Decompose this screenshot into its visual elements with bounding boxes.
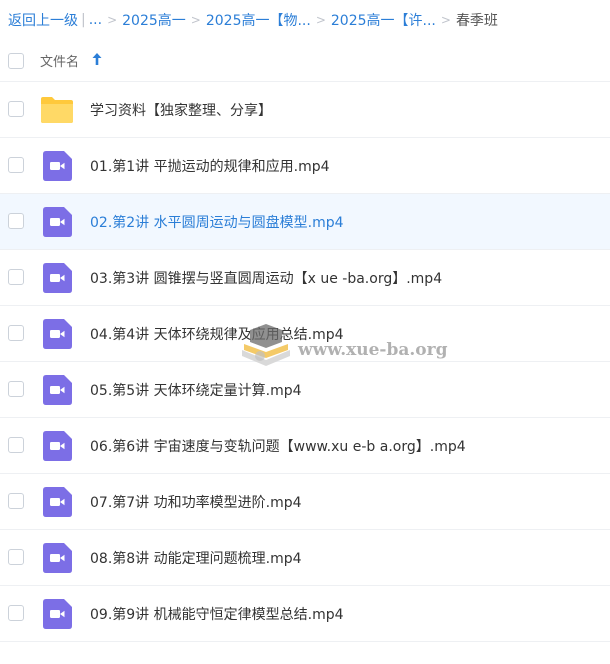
chevron-right-icon: > — [315, 13, 326, 27]
row-checkbox[interactable] — [8, 269, 24, 285]
file-name[interactable]: 03.第3讲 圆锥摆与竖直圆周运动【x ue -ba.org】.mp4 — [90, 268, 442, 288]
row-checkbox[interactable] — [8, 437, 24, 453]
file-row[interactable]: 03.第3讲 圆锥摆与竖直圆周运动【x ue -ba.org】.mp4 — [0, 250, 610, 306]
video-file-icon — [43, 599, 72, 629]
file-name[interactable]: 06.第6讲 宇宙速度与变轨问题【www.xu e-b a.org】.mp4 — [90, 436, 466, 456]
folder-row[interactable]: 学习资料【独家整理、分享】 — [0, 82, 610, 138]
chevron-right-icon: > — [440, 13, 451, 27]
select-all-checkbox[interactable] — [8, 52, 24, 69]
row-checkbox[interactable] — [8, 325, 24, 341]
file-row[interactable]: 08.第8讲 动能定理问题梳理.mp4 — [0, 530, 610, 586]
video-file-icon — [43, 319, 72, 349]
file-row[interactable]: 04.第4讲 天体环绕规律及应用总结.mp4 — [0, 306, 610, 362]
row-checkbox[interactable] — [8, 605, 24, 621]
file-name[interactable]: 02.第2讲 水平圆周运动与圆盘模型.mp4 — [90, 212, 344, 232]
file-row[interactable]: 09.第9讲 机械能守恒定律模型总结.mp4 — [0, 586, 610, 642]
file-row[interactable]: 06.第6讲 宇宙速度与变轨问题【www.xu e-b a.org】.mp4 — [0, 418, 610, 474]
file-list-header: 文件名 — [0, 40, 610, 82]
row-checkbox[interactable] — [8, 381, 24, 397]
sort-ascending-icon[interactable] — [91, 52, 103, 66]
file-name[interactable]: 04.第4讲 天体环绕规律及应用总结.mp4 — [90, 324, 344, 344]
video-file-icon — [43, 263, 72, 293]
row-checkbox[interactable] — [8, 213, 24, 229]
file-name[interactable]: 学习资料【独家整理、分享】 — [90, 100, 272, 120]
row-checkbox[interactable] — [8, 549, 24, 565]
video-file-icon — [43, 431, 72, 461]
filename-column-header[interactable]: 文件名 — [40, 51, 79, 70]
file-name[interactable]: 05.第5讲 天体环绕定量计算.mp4 — [90, 380, 302, 400]
back-link[interactable]: 返回上一级 — [8, 10, 78, 30]
chevron-right-icon: > — [190, 13, 201, 27]
file-name[interactable]: 08.第8讲 动能定理问题梳理.mp4 — [90, 548, 302, 568]
breadcrumb-current: 春季班 — [455, 13, 498, 29]
file-list: 学习资料【独家整理、分享】 01.第1讲 平抛运动的规律和应用.mp4 02.第2讲… — [0, 82, 610, 642]
breadcrumb-divider: | — [81, 12, 86, 28]
file-row[interactable]: 02.第2讲 水平圆周运动与圆盘模型.mp4 — [0, 194, 610, 250]
breadcrumb-item[interactable]: 2025高一【许... — [331, 10, 436, 30]
row-checkbox[interactable] — [8, 493, 24, 509]
video-file-icon — [43, 543, 72, 573]
chevron-right-icon: > — [107, 13, 118, 27]
breadcrumb-item[interactable]: 2025高一【物... — [206, 10, 311, 30]
file-row[interactable]: 05.第5讲 天体环绕定量计算.mp4 — [0, 362, 610, 418]
row-checkbox[interactable] — [8, 157, 24, 173]
file-name[interactable]: 07.第7讲 功和功率模型进阶.mp4 — [90, 492, 302, 512]
breadcrumb-ellipsis[interactable]: ... — [89, 12, 102, 28]
file-row[interactable]: 01.第1讲 平抛运动的规律和应用.mp4 — [0, 138, 610, 194]
video-file-icon — [43, 151, 72, 181]
file-name[interactable]: 01.第1讲 平抛运动的规律和应用.mp4 — [90, 156, 330, 176]
folder-icon — [41, 97, 73, 123]
breadcrumb-item[interactable]: 2025高一 — [122, 10, 186, 30]
video-file-icon — [43, 375, 72, 405]
video-file-icon — [43, 487, 72, 517]
row-checkbox[interactable] — [8, 101, 24, 117]
breadcrumb: 返回上一级 | ... > 2025高一 > 2025高一【物... > 202… — [0, 0, 610, 40]
file-name[interactable]: 09.第9讲 机械能守恒定律模型总结.mp4 — [90, 604, 344, 624]
video-file-icon — [43, 207, 72, 237]
file-row[interactable]: 07.第7讲 功和功率模型进阶.mp4 — [0, 474, 610, 530]
